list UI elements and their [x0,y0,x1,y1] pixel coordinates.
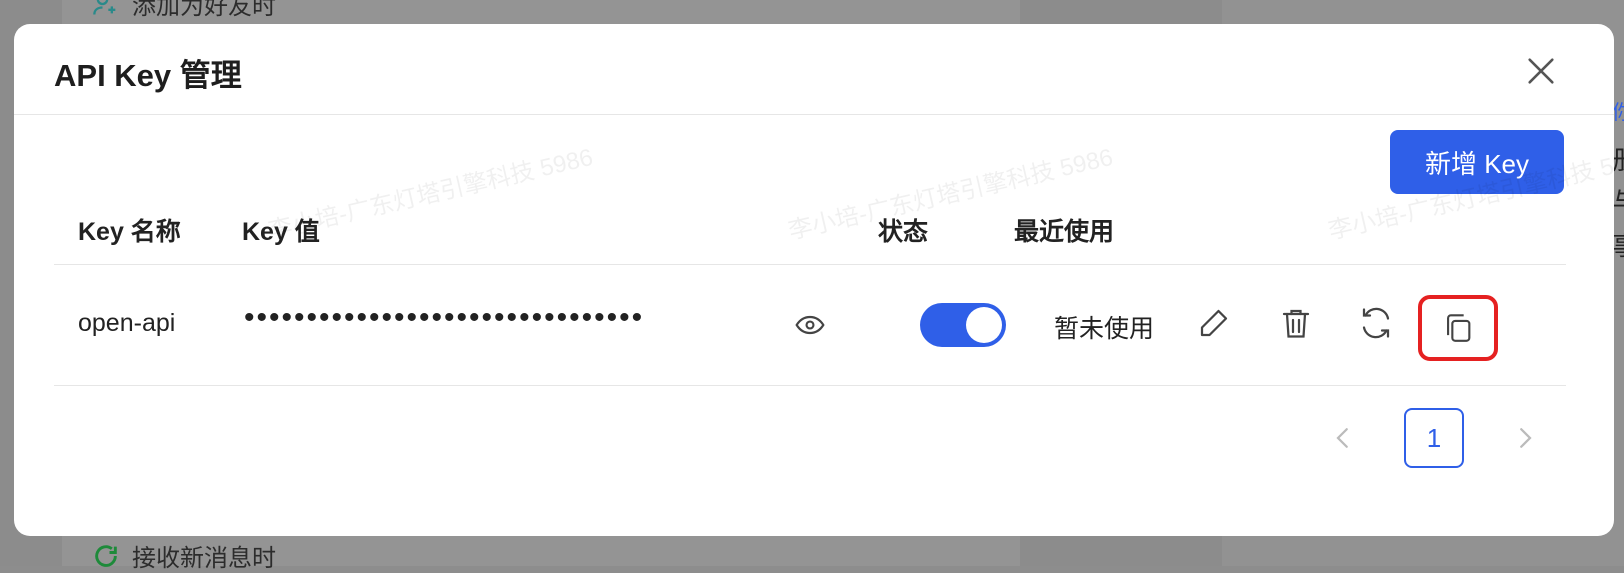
background-item-label: 添加为好友时 [132,0,276,20]
page-button-current[interactable]: 1 [1404,408,1464,468]
close-icon [1528,58,1554,84]
background-item-add-friend: 添加为好友时 [92,0,276,21]
regenerate-key-button[interactable] [1358,305,1394,341]
trash-icon [1282,309,1310,338]
edit-icon [1200,309,1228,337]
status-toggle[interactable] [920,303,1006,347]
copy-icon [1447,314,1471,342]
api-key-modal: API Key 管理 新增 Key Key 名称 Key 值 状态 最近使用 o… [14,24,1614,536]
key-name: open-api [78,309,176,337]
copy-key-button[interactable] [1418,295,1498,361]
column-header-status: 状态 [878,218,929,246]
refresh-icon [1362,307,1390,339]
add-user-icon [93,0,116,15]
eye-icon [795,315,825,335]
delete-key-button[interactable] [1278,305,1314,341]
edit-key-button[interactable] [1196,305,1232,341]
column-header-value: Key 值 [242,218,320,246]
toggle-knob [966,307,1002,343]
chevron-left-icon[interactable] [1328,423,1358,453]
background-item-label: 接收新消息时 [132,545,276,572]
last-used-value: 暂未使用 [1054,315,1155,343]
chevron-right-icon[interactable] [1510,423,1540,453]
table-header: Key 名称 Key 值 状态 最近使用 [54,196,1566,265]
modal-header: API Key 管理 [14,24,1614,115]
refresh-icon [95,544,117,567]
pagination: 1 [1328,408,1540,468]
add-key-button[interactable]: 新增 Key [1390,130,1564,194]
key-value-masked: •••••••••••••••••••••••••••••••• [244,301,645,334]
show-key-button[interactable] [794,309,826,341]
column-header-last-used: 最近使用 [1014,218,1115,246]
table-row: open-api •••••••••••••••••••••••••••••••… [54,265,1566,386]
background-item-new-message: 接收新消息时 [92,538,276,573]
modal-title: API Key 管理 [54,58,242,93]
column-header-name: Key 名称 [78,218,181,246]
api-key-table: Key 名称 Key 值 状态 最近使用 open-api ••••••••••… [54,196,1566,386]
close-button[interactable] [1524,54,1558,88]
